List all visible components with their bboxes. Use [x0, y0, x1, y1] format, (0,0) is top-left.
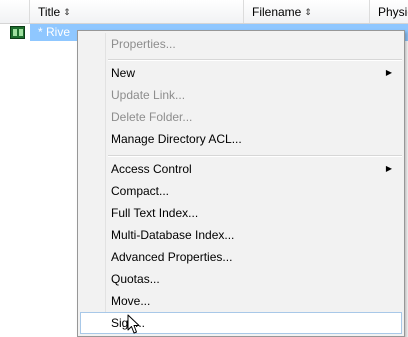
- column-header-title-label: Title: [38, 5, 61, 19]
- column-header-physical-label: Physic: [378, 5, 408, 19]
- menu-item-label: Advanced Properties...: [111, 250, 233, 264]
- menu-item-label: Compact...: [111, 184, 170, 198]
- sort-updown-icon: ⇕: [304, 7, 312, 17]
- menu-item-label: Multi-Database Index...: [111, 228, 235, 242]
- menu-item-label: Update Link...: [111, 88, 186, 102]
- sort-updown-icon: ⇕: [63, 7, 71, 17]
- menu-item-access-control[interactable]: Access Control ▶: [80, 158, 402, 180]
- column-header-filename[interactable]: Filename ⇕: [244, 0, 370, 23]
- mouse-pointer-icon: [127, 314, 140, 334]
- menu-separator: [108, 59, 402, 61]
- list-header: Title⇕ Filename⇕ Physic: [0, 0, 408, 24]
- menu-item-advanced-properties[interactable]: Advanced Properties...: [80, 246, 402, 268]
- row-title: * Rive: [38, 25, 71, 39]
- menu-item-manage-directory-acl[interactable]: Manage Directory ACL...: [80, 128, 402, 150]
- menu-item-compact[interactable]: Compact...: [80, 180, 402, 202]
- menu-item-move[interactable]: Move...: [80, 290, 402, 312]
- menu-item-update-link[interactable]: Update Link...: [80, 84, 402, 106]
- menu-item-full-text-index[interactable]: Full Text Index...: [80, 202, 402, 224]
- submenu-arrow-icon: ▶: [385, 164, 392, 173]
- column-header-physical[interactable]: Physic: [370, 0, 408, 23]
- menu-item-label: Quotas...: [111, 272, 160, 286]
- submenu-arrow-icon: ▶: [385, 68, 392, 77]
- column-header-filename-label: Filename: [252, 5, 302, 19]
- menu-item-delete-folder[interactable]: Delete Folder...: [80, 106, 402, 128]
- menu-separator: [108, 155, 402, 157]
- menu-item-new[interactable]: New ▶: [80, 62, 402, 84]
- menu-item-label: Delete Folder...: [111, 110, 193, 124]
- menu-item-label: New: [111, 66, 136, 80]
- menu-item-multi-database-index[interactable]: Multi-Database Index...: [80, 224, 402, 246]
- menu-item-label: Move...: [111, 294, 151, 308]
- menu-item-label: Properties...: [111, 37, 176, 51]
- menu-item-label: Manage Directory ACL...: [111, 132, 242, 146]
- column-header-icon[interactable]: [0, 0, 30, 23]
- column-header-title[interactable]: Title ⇕: [30, 0, 244, 23]
- menu-item-label: Full Text Index...: [111, 206, 199, 220]
- database-icon: [10, 26, 25, 39]
- context-menu: Properties... New ▶ Update Link... Delet…: [77, 30, 405, 337]
- menu-item-label: Access Control: [111, 162, 192, 176]
- menu-item-properties[interactable]: Properties...: [80, 33, 402, 55]
- menu-item-quotas[interactable]: Quotas...: [80, 268, 402, 290]
